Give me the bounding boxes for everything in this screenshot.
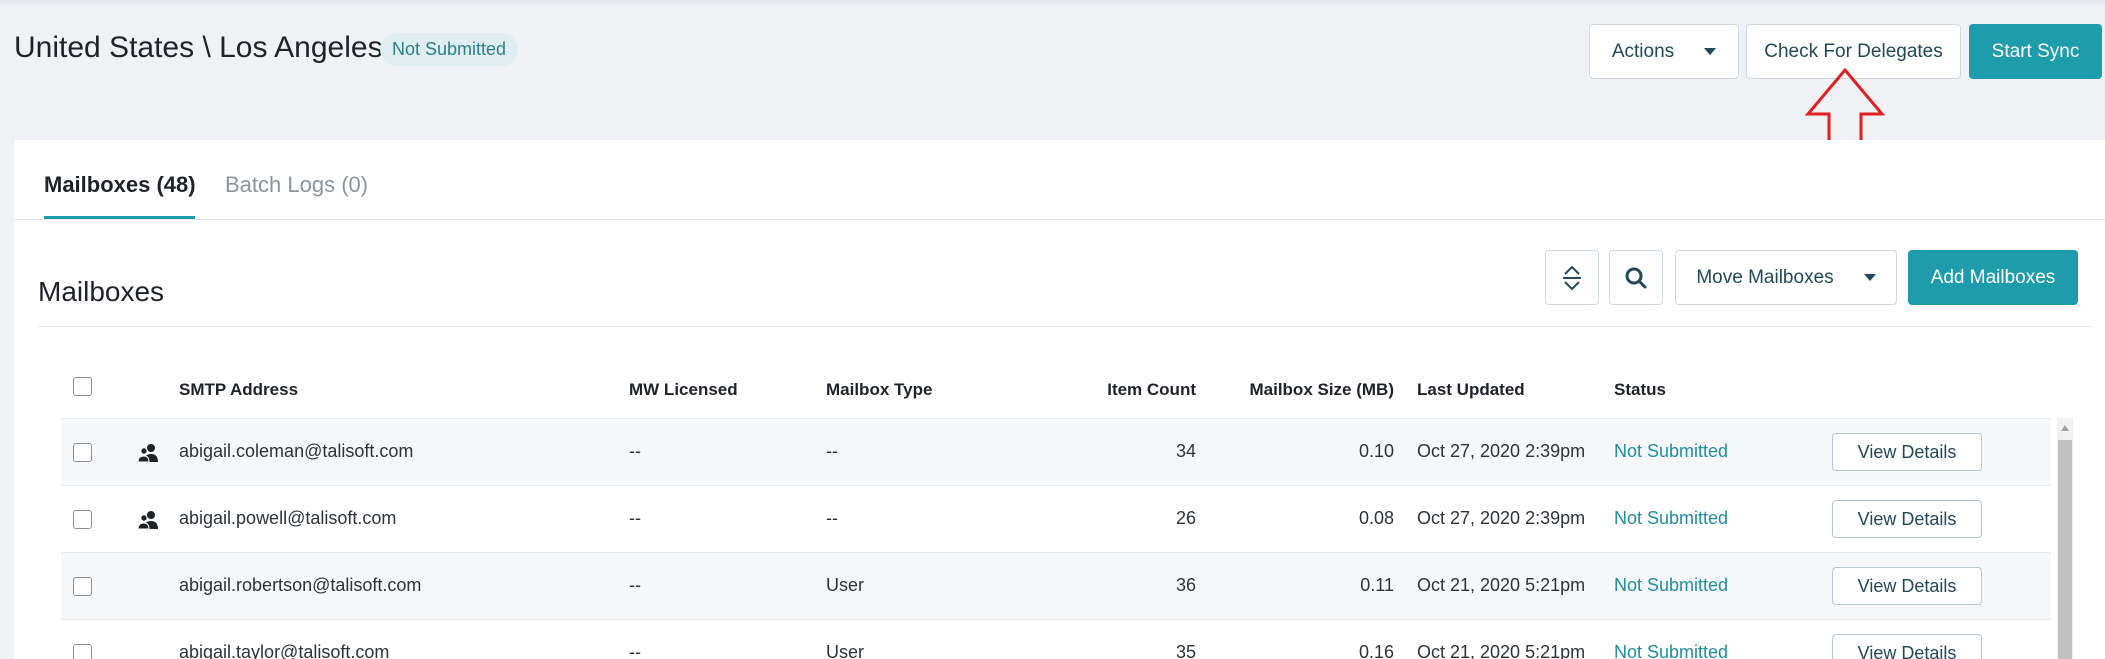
table-row: abigail.robertson@talisoft.com -- User 36 0.… <box>61 552 2051 619</box>
column-header-licensed[interactable]: MW Licensed <box>629 380 738 400</box>
mailbox-type: -- <box>826 441 838 461</box>
scrollbar-thumb[interactable] <box>2058 440 2072 659</box>
add-mailboxes-label: Add Mailboxes <box>1930 266 2056 288</box>
last-updated: Oct 21, 2020 5:21pm <box>1417 575 1586 595</box>
smtp-address: abigail.taylor@talisoft.com <box>179 642 390 659</box>
status-link[interactable]: Not Submitted <box>1614 508 1728 529</box>
mailbox-size: 0.08 <box>1358 508 1394 528</box>
mailbox-type: -- <box>826 508 838 528</box>
move-mailboxes-dropdown[interactable]: Move Mailboxes <box>1675 250 1897 305</box>
sort-toggle-button[interactable] <box>1545 250 1599 305</box>
row-checkbox[interactable] <box>73 443 92 462</box>
column-header-last-updated[interactable]: Last Updated <box>1417 380 1525 400</box>
tab-batch-logs[interactable]: Batch Logs (0) <box>225 172 368 198</box>
check-for-delegates-label: Check For Delegates <box>1764 40 1943 62</box>
smtp-address: abigail.robertson@talisoft.com <box>179 575 422 595</box>
table-row: abigail.powell@talisoft.com -- -- 26 0.08 Oct… <box>61 485 2051 552</box>
section-title: Mailboxes <box>38 276 165 307</box>
item-count: 36 <box>1175 575 1196 595</box>
column-header-item-count[interactable]: Item Count <box>1014 380 1196 400</box>
column-header-smtp[interactable]: SMTP Address <box>179 380 298 400</box>
view-details-button[interactable]: View Details <box>1832 433 1982 471</box>
column-header-status[interactable]: Status <box>1614 380 1666 400</box>
mailbox-size: 0.11 <box>1360 575 1394 595</box>
actions-dropdown[interactable]: Actions <box>1589 24 1739 79</box>
search-icon <box>1625 267 1647 288</box>
page-title: United States \ Los Angeles <box>14 31 383 64</box>
mw-licensed: -- <box>629 508 641 528</box>
mailbox-size: 0.10 <box>1358 441 1394 461</box>
chevron-down-icon <box>1863 274 1876 281</box>
view-details-button[interactable]: View Details <box>1832 634 1982 659</box>
item-count: 34 <box>1175 441 1196 461</box>
delegates-icon <box>138 444 158 463</box>
status-badge: Not Submitted <box>380 33 519 66</box>
tab-divider <box>14 219 2105 220</box>
view-details-button[interactable]: View Details <box>1832 567 1982 605</box>
row-checkbox[interactable] <box>73 644 92 659</box>
smtp-address: abigail.coleman@talisoft.com <box>179 441 414 461</box>
mailbox-size: 0.16 <box>1358 642 1394 659</box>
view-details-button[interactable]: View Details <box>1832 500 1982 538</box>
move-mailboxes-label: Move Mailboxes <box>1696 266 1834 288</box>
last-updated: Oct 27, 2020 2:39pm <box>1417 508 1586 528</box>
tab-mailboxes[interactable]: Mailboxes (48) <box>44 172 196 198</box>
mailboxes-card: Mailboxes (48) Batch Logs (0) Mailboxes … <box>14 140 2105 659</box>
actions-label: Actions <box>1611 40 1675 62</box>
mw-licensed: -- <box>629 642 641 659</box>
mailbox-type: User <box>826 575 865 595</box>
column-header-size[interactable]: Mailbox Size (MB) <box>1214 380 1394 400</box>
item-count: 35 <box>1175 642 1196 659</box>
smtp-address: abigail.powell@talisoft.com <box>179 508 397 528</box>
start-sync-label: Start Sync <box>1991 40 2080 62</box>
status-link[interactable]: Not Submitted <box>1614 441 1728 462</box>
delegates-icon <box>138 511 158 530</box>
table-row: abigail.taylor@talisoft.com -- User 35 0.16 O… <box>61 619 2051 659</box>
chevron-down-icon <box>1704 48 1717 55</box>
top-border <box>0 0 2105 4</box>
select-all-checkbox[interactable] <box>73 377 92 396</box>
mw-licensed: -- <box>629 575 641 595</box>
start-sync-button[interactable]: Start Sync <box>1969 24 2102 79</box>
scroll-up-icon[interactable] <box>2061 425 2069 431</box>
mw-licensed: -- <box>629 441 641 461</box>
status-link[interactable]: Not Submitted <box>1614 575 1728 596</box>
row-checkbox[interactable] <box>73 510 92 529</box>
sort-icon <box>1563 265 1581 290</box>
status-link[interactable]: Not Submitted <box>1614 642 1728 659</box>
table-row: abigail.coleman@talisoft.com -- -- 34 0.10 Oc… <box>61 418 2051 485</box>
last-updated: Oct 21, 2020 5:21pm <box>1417 642 1586 659</box>
column-header-type[interactable]: Mailbox Type <box>826 380 932 400</box>
row-checkbox[interactable] <box>73 577 92 596</box>
mailbox-type: User <box>826 642 865 659</box>
section-divider <box>38 326 2093 327</box>
search-button[interactable] <box>1609 250 1663 305</box>
item-count: 26 <box>1175 508 1196 528</box>
last-updated: Oct 27, 2020 2:39pm <box>1417 441 1586 461</box>
add-mailboxes-button[interactable]: Add Mailboxes <box>1908 250 2078 305</box>
